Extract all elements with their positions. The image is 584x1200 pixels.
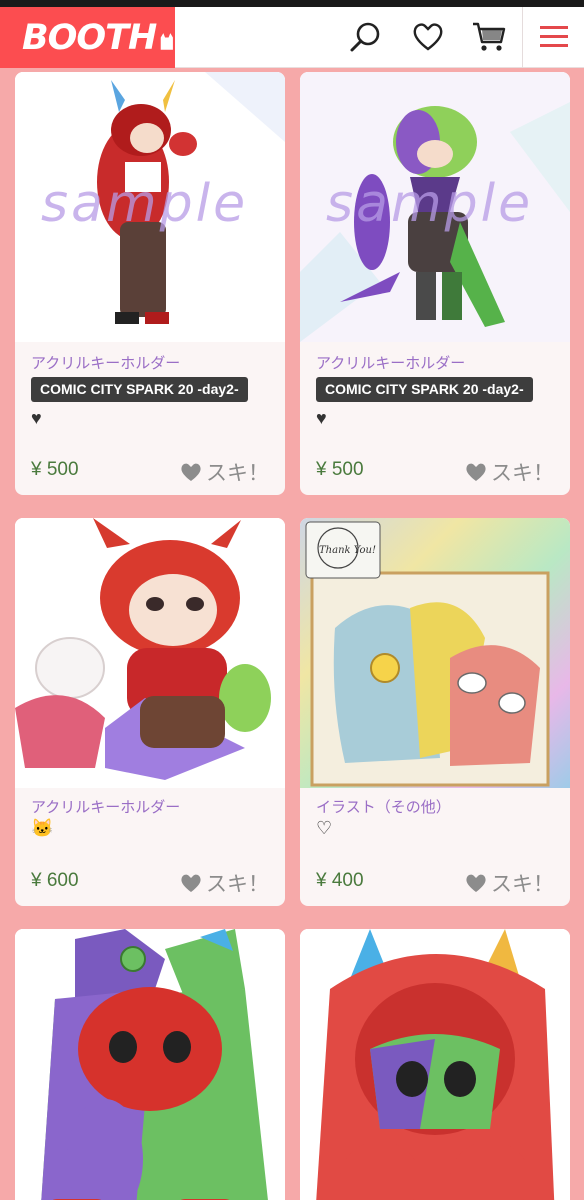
sample-watermark: sample	[41, 174, 249, 234]
header-divider	[522, 7, 523, 68]
item-card[interactable]	[300, 929, 570, 1200]
item-card[interactable]: Thank You! イラスト（その他） ♡ ¥ 400 スキ！	[300, 518, 570, 906]
item-thumbnail[interactable]: Thank You!	[300, 518, 570, 788]
item-price: ¥ 600	[31, 870, 79, 891]
heart-icon	[466, 463, 486, 481]
item-card[interactable]: sample アクリルキーホルダー COMIC CITY SPARK 20 -d…	[300, 72, 570, 495]
item-price: ¥ 500	[316, 459, 364, 480]
item-category[interactable]: イラスト（その他）	[316, 796, 451, 817]
item-thumbnail[interactable]: sample	[15, 72, 285, 342]
heart-icon	[181, 874, 201, 892]
top-header: BOOTH	[0, 7, 584, 68]
heart-icon	[466, 874, 486, 892]
cat-logo-icon	[161, 32, 174, 50]
item-thumbnail[interactable]	[15, 929, 285, 1200]
heart-icon[interactable]	[408, 17, 448, 57]
like-button[interactable]: スキ！	[465, 457, 554, 487]
like-label: スキ！	[491, 462, 554, 485]
item-thumbnail[interactable]	[15, 518, 285, 788]
item-card[interactable]	[15, 929, 285, 1200]
like-label: スキ！	[206, 462, 269, 485]
item-note: 🐱	[31, 818, 54, 838]
item-note: ♥	[31, 408, 42, 428]
thank-you-card-text: Thank You!	[319, 545, 376, 556]
sample-watermark: sample	[326, 174, 534, 234]
like-label: スキ！	[206, 873, 269, 896]
item-category[interactable]: アクリルキーホルダー	[31, 352, 180, 373]
item-card[interactable]: sample アクリルキーホルダー COMIC CITY SPARK 20 -d…	[15, 72, 285, 495]
status-bar	[0, 0, 584, 7]
item-price: ¥ 400	[316, 870, 364, 891]
item-thumbnail[interactable]: sample	[300, 72, 570, 342]
item-category[interactable]: アクリルキーホルダー	[316, 352, 465, 373]
logo-text: BOOTH	[22, 17, 157, 58]
search-icon[interactable]	[345, 17, 385, 57]
cart-icon[interactable]	[469, 17, 509, 57]
event-tag[interactable]: COMIC CITY SPARK 20 -day2-	[31, 377, 248, 402]
item-note: ♡	[316, 818, 333, 838]
booth-logo[interactable]: BOOTH	[0, 7, 175, 68]
like-label: スキ！	[491, 873, 554, 896]
item-price: ¥ 500	[31, 459, 79, 480]
menu-icon[interactable]	[534, 17, 574, 57]
heart-icon	[181, 463, 201, 481]
item-category[interactable]: アクリルキーホルダー	[31, 796, 180, 817]
item-card[interactable]: アクリルキーホルダー 🐱 ¥ 600 スキ！	[15, 518, 285, 906]
like-button[interactable]: スキ！	[180, 868, 269, 898]
event-tag[interactable]: COMIC CITY SPARK 20 -day2-	[316, 377, 533, 402]
item-note: ♥	[316, 408, 327, 428]
item-thumbnail[interactable]	[300, 929, 570, 1200]
like-button[interactable]: スキ！	[465, 868, 554, 898]
like-button[interactable]: スキ！	[180, 457, 269, 487]
